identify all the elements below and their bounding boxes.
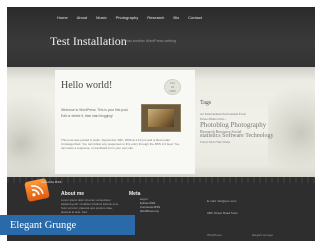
site-tagline: Just another WordPress weblog (125, 39, 176, 43)
nav-about[interactable]: About (77, 15, 87, 20)
footer-credit-left[interactable]: WordPress (207, 233, 222, 237)
nav-contact[interactable]: Contact (188, 15, 202, 20)
post-image-content (148, 109, 174, 127)
rss-icon (30, 185, 44, 197)
about-text: Lorem ipsum dolor sit amet, consectetur … (61, 198, 119, 214)
tag-line[interactable]: statistics Software Technology (200, 133, 273, 139)
post-meta-text: This post was posted in Hello, September… (61, 138, 180, 150)
post-title[interactable]: Hello world! (61, 80, 112, 91)
theme-name-text: Elegant Grunge (10, 219, 77, 231)
footer-email[interactable]: E-mail: info@you.com (207, 199, 236, 203)
meta-link[interactable]: WordPress.org (140, 209, 160, 213)
date-badge: Oct 24 2009 (164, 79, 181, 95)
nav-music[interactable]: Music (96, 15, 106, 20)
nav-research[interactable]: Research (147, 15, 164, 20)
left-grunge-texture (7, 67, 55, 177)
nav-photography[interactable]: Photography (116, 15, 139, 20)
about-heading: About me (61, 191, 85, 197)
tag-line[interactable]: Photoblog Photography (200, 121, 266, 129)
post-excerpt: Welcome to WordPress. This is your first… (61, 108, 129, 118)
theme-name-label: Elegant Grunge (0, 215, 135, 235)
tag-line[interactable]: Art Entertainment Environment Event (200, 112, 246, 116)
site-title[interactable]: Test Installation (50, 34, 127, 49)
date-year: 2009 (169, 89, 176, 93)
screenshot-frame: Home About Music Photography Research Bi… (0, 0, 321, 248)
footer-credit-right[interactable]: Elegant Grunge (252, 233, 273, 237)
meta-list: Log in Entries RSS Comments RSS WordPres… (140, 197, 160, 213)
main-nav: Home About Music Photography Research Bi… (57, 15, 202, 20)
meta-heading: Meta (129, 191, 141, 197)
right-grunge-texture (268, 67, 315, 177)
nav-bio[interactable]: Bio (173, 15, 179, 20)
nav-home[interactable]: Home (57, 15, 68, 20)
tag-line[interactable]: Travel Trivia Web Works (200, 140, 230, 144)
rss-label[interactable]: Subscribe RSS (41, 180, 61, 184)
tags-heading: Tags (200, 100, 212, 106)
footer-address: ABC Street Road Town (207, 211, 238, 215)
post-image[interactable] (141, 104, 181, 132)
